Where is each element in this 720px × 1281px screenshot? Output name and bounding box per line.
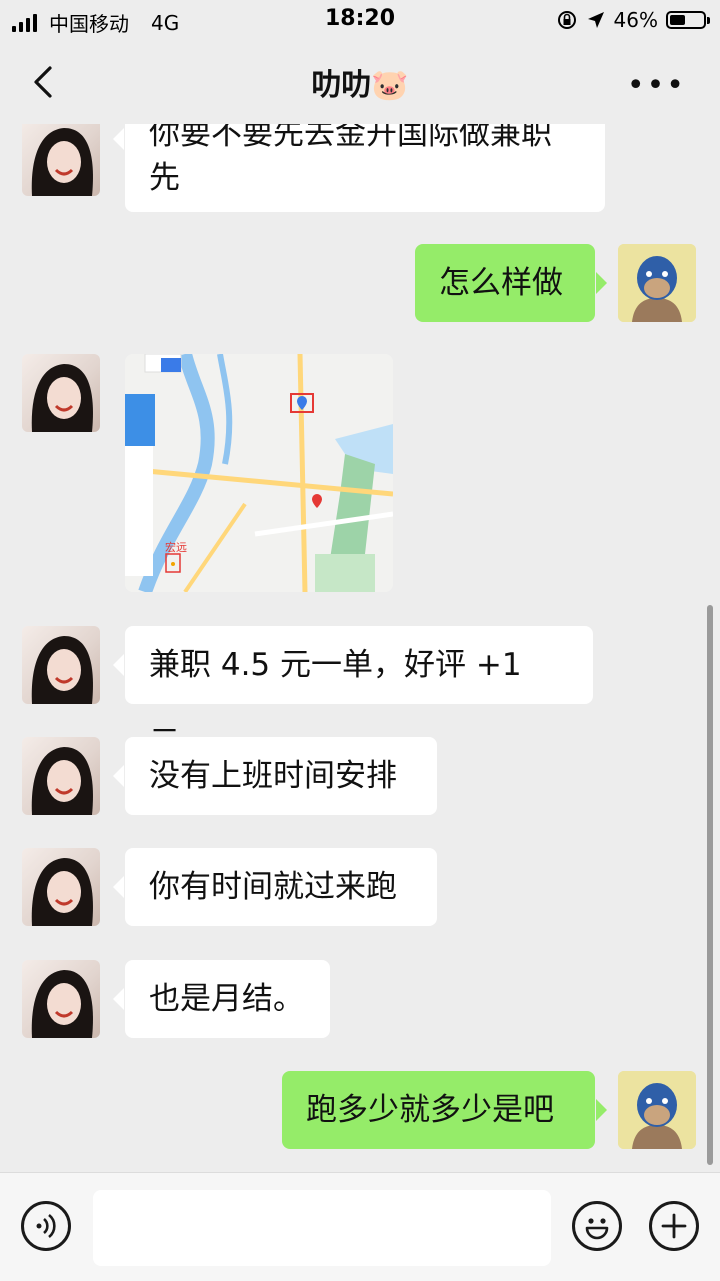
map-image: 宏远 <box>125 354 393 592</box>
contact-avatar-photo <box>31 128 93 196</box>
contact-avatar[interactable] <box>22 737 100 815</box>
message-text: 你有时间就过来跑 <box>149 869 397 905</box>
chat-header: 叻叻🐷 ••• <box>0 40 720 124</box>
contact-avatar-photo <box>31 636 93 704</box>
battery-icon <box>666 11 710 29</box>
user-avatar[interactable] <box>618 244 696 322</box>
contact-avatar[interactable] <box>22 626 100 704</box>
contact-avatar[interactable] <box>22 354 100 432</box>
location-arrow-icon <box>587 12 604 28</box>
voice-icon[interactable] <box>21 1201 71 1251</box>
contact-avatar[interactable] <box>22 848 100 926</box>
message-bubble[interactable]: 没有上班时间安排 <box>113 737 437 815</box>
message-bubble[interactable]: 你要不要先去金开国际做兼职 先 <box>113 124 605 212</box>
map-label: 宏远 <box>165 540 187 554</box>
user-avatar[interactable] <box>618 1071 696 1149</box>
message-text: 怎么样做 <box>439 265 563 301</box>
message-text: 也是月结。 <box>149 981 304 1017</box>
message-bubble[interactable]: 跑多少就多少是吧 <box>282 1071 607 1149</box>
add-icon[interactable] <box>649 1201 699 1251</box>
more-icon[interactable]: ••• <box>627 68 686 103</box>
rotation-lock-icon <box>557 11 576 29</box>
message-input[interactable] <box>93 1190 551 1266</box>
contact-avatar-photo <box>31 970 93 1038</box>
emoji-glyph <box>585 1218 609 1240</box>
chat-title: 叻叻🐷 <box>311 68 409 103</box>
message-text: 没有上班时间安排 <box>149 758 397 794</box>
map-image-message[interactable]: 宏远 <box>125 354 393 592</box>
voice-glyph <box>36 1213 56 1239</box>
status-bar: 中国移动 4G 18:20 46% <box>0 0 720 40</box>
message-text: 跑多少就多少是吧 <box>306 1092 554 1128</box>
message-bubble[interactable]: 兼职 4.5 元一单，好评 +1元。 <box>113 626 593 761</box>
message-bubble[interactable]: 你有时间就过来跑 <box>113 848 437 926</box>
add-glyph <box>661 1213 687 1239</box>
ape-avatar-image <box>618 244 696 322</box>
contact-avatar-photo <box>31 747 93 815</box>
message-bubble[interactable]: 怎么样做 <box>415 244 607 322</box>
message-list[interactable]: 你要不要先去金开国际做兼职 先 怎么样做 宏远 兼职 4.5 元一单，好评 +1… <box>0 124 720 1172</box>
contact-avatar-photo <box>31 364 93 432</box>
contact-avatar-photo <box>31 858 93 926</box>
contact-avatar[interactable] <box>22 960 100 1038</box>
emoji-icon[interactable] <box>572 1201 622 1251</box>
scrollbar[interactable] <box>707 605 713 1165</box>
input-bar <box>0 1172 720 1281</box>
contact-avatar[interactable] <box>22 124 100 196</box>
message-bubble[interactable]: 也是月结。 <box>113 960 330 1038</box>
ape-avatar-image <box>618 1071 696 1149</box>
message-text: 你要不要先去金开国际做兼职 <box>149 124 552 152</box>
battery-percent: 46% <box>613 8 658 32</box>
message-text: 先 <box>149 160 180 196</box>
